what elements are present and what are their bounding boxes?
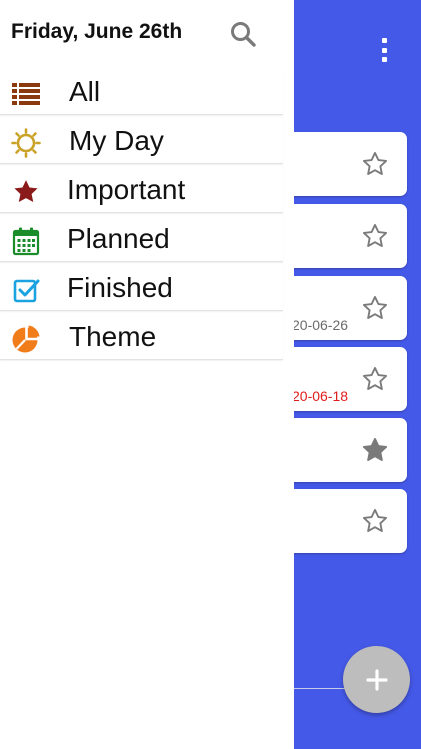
nav-item-label: All [69,76,101,107]
search-icon [231,22,256,47]
nav-item-important[interactable]: Important [0,165,283,213]
star-outline-icon[interactable] [361,365,389,393]
pie-chart-icon [11,324,41,354]
checkbox-icon [11,275,41,305]
nav-item-all[interactable]: All [0,67,283,115]
list-icon [11,79,41,109]
task-due-date: 20-06-26 [292,317,349,333]
nav-item-my-day[interactable]: My Day [0,116,283,164]
task-due-date-overdue: 20-06-18 [292,388,349,404]
task-card[interactable] [282,489,407,553]
star-outline-icon[interactable] [361,150,389,178]
navigation-drawer: Friday, June 26th All My Day Important P… [0,0,294,749]
input-underline [292,688,350,689]
task-card[interactable]: 20-06-26 [282,276,407,340]
task-card[interactable]: 20-06-18 [282,347,407,411]
nav-item-label: Planned [67,223,170,254]
nav-item-label: Important [67,174,186,205]
drawer-date-title: Friday, June 26th [11,20,183,43]
star-outline-icon[interactable] [361,507,389,535]
star-filled-icon[interactable] [361,436,389,464]
more-options-icon[interactable] [376,36,392,64]
nav-item-planned[interactable]: Planned [0,214,283,262]
star-icon [11,177,41,207]
add-task-button[interactable] [343,646,410,713]
calendar-icon [11,226,41,256]
nav-item-label: Theme [69,321,157,352]
nav-item-finished[interactable]: Finished [0,263,283,311]
nav-item-theme[interactable]: Theme [0,312,283,360]
plus-icon [365,668,388,691]
task-card[interactable] [282,418,407,482]
star-outline-icon[interactable] [361,294,389,322]
task-card[interactable] [282,204,407,268]
nav-item-label: My Day [69,125,164,156]
search-button[interactable] [228,19,258,49]
nav-item-label: Finished [67,272,173,303]
sun-icon [11,128,41,158]
star-outline-icon[interactable] [361,222,389,250]
task-card[interactable] [282,132,407,196]
